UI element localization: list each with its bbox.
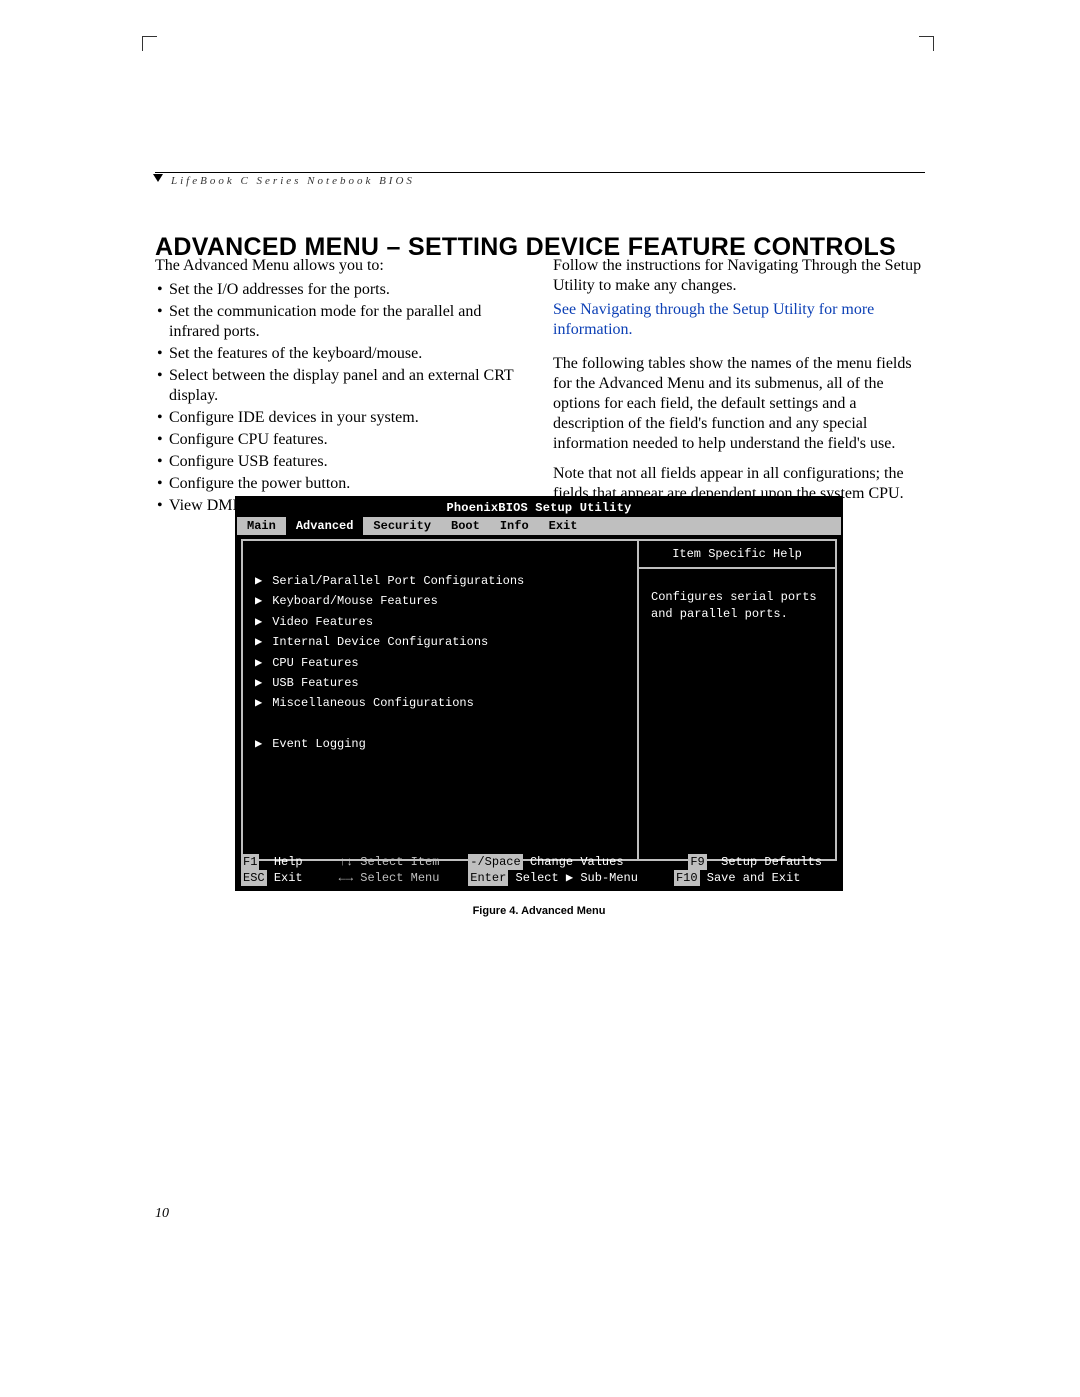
header-triangle-icon [153, 174, 163, 182]
bios-menu-item[interactable]: ▶ Serial/Parallel Port Configurations [255, 571, 627, 591]
bios-menu-item[interactable]: ▶ Event Logging [255, 734, 627, 754]
bios-menu-label: CPU Features [272, 656, 358, 670]
left-column: The Advanced Menu allows you to: Set the… [155, 256, 527, 518]
key-hint: F10 [674, 870, 700, 886]
key-action: Setup Defaults [721, 854, 822, 870]
list-item: Set the communication mode for the paral… [169, 302, 527, 344]
key-hint: Enter [468, 870, 508, 886]
submenu-arrow-icon: ▶ [255, 734, 265, 754]
body-columns: The Advanced Menu allows you to: Set the… [155, 256, 925, 518]
figure-caption: Figure 4. Advanced Menu [235, 905, 843, 917]
header-rule [155, 172, 925, 173]
tab-main[interactable]: Main [237, 517, 286, 535]
key-action: Help [274, 854, 303, 870]
submenu-arrow-icon: ▶ [255, 673, 265, 693]
bios-menu-label: Video Features [272, 615, 373, 629]
bios-menu-item[interactable]: ▶ Video Features [255, 612, 627, 632]
bios-menu-label: Serial/Parallel Port Configurations [272, 574, 524, 588]
bios-screen: PhoenixBIOS Setup Utility Main Advanced … [235, 496, 843, 891]
key-action: Save and Exit [707, 870, 801, 886]
document-page: LifeBook C Series Notebook BIOS ADVANCED… [0, 0, 1080, 1397]
key-hint: -/Space [468, 854, 522, 870]
bios-menu-item[interactable]: ▶ CPU Features [255, 653, 627, 673]
arrow-keys-icon: ←→ [339, 870, 353, 886]
bios-help-panel: Item Specific Help Configures serial por… [637, 539, 837, 861]
bios-menu-item[interactable]: ▶ Miscellaneous Configurations [255, 693, 627, 713]
bios-help-text: Configures serial ports and parallel por… [639, 569, 835, 631]
list-item: Configure the power button. [169, 474, 527, 496]
right-column: Follow the instructions for Navigating T… [553, 256, 925, 518]
intro-text: The Advanced Menu allows you to: [155, 256, 527, 276]
bios-menu-spacer [255, 714, 627, 734]
key-action: Select Item [360, 854, 439, 870]
bios-tab-bar: Main Advanced Security Boot Info Exit [237, 517, 841, 535]
bios-body: ▶ Serial/Parallel Port Configurations ▶ … [237, 535, 841, 865]
tab-security[interactable]: Security [363, 517, 441, 535]
list-item: Configure IDE devices in your system. [169, 408, 527, 430]
key-action: Exit [274, 870, 303, 886]
bios-menu-label: Event Logging [272, 737, 366, 751]
bios-menu-label: Internal Device Configurations [272, 635, 488, 649]
bios-footer-row: F1 Help ↑↓ Select Item -/Space Change Va… [241, 854, 837, 870]
bios-help-title: Item Specific Help [639, 541, 835, 567]
tab-boot[interactable]: Boot [441, 517, 490, 535]
list-item: Configure CPU features. [169, 430, 527, 452]
bios-menu-label: Miscellaneous Configurations [272, 696, 474, 710]
bios-menu-label: Keyboard/Mouse Features [272, 594, 438, 608]
paragraph: The following tables show the names of t… [553, 354, 925, 454]
paragraph: Follow the instructions for Navigating T… [553, 256, 925, 296]
tab-exit[interactable]: Exit [539, 517, 588, 535]
key-action: Select Menu [360, 870, 439, 886]
feature-list: Set the I/O addresses for the ports. Set… [155, 280, 527, 518]
key-hint: F1 [241, 854, 259, 870]
cross-reference-link[interactable]: See Navigating through the Setup Utility… [553, 300, 925, 340]
bios-menu-item[interactable]: ▶ USB Features [255, 673, 627, 693]
submenu-arrow-icon: ▶ [255, 571, 265, 591]
list-item: Set the features of the keyboard/mouse. [169, 344, 527, 366]
bios-menu-item[interactable]: ▶ Internal Device Configurations [255, 632, 627, 652]
key-hint: F9 [688, 854, 706, 870]
list-item: Select between the display panel and an … [169, 366, 527, 408]
page-header: LifeBook C Series Notebook BIOS [155, 172, 925, 187]
bios-title: PhoenixBIOS Setup Utility [237, 498, 841, 517]
bios-footer-row: ESC Exit ←→ Select Menu Enter Select ▶ S… [241, 870, 837, 886]
submenu-arrow-icon: ▶ [255, 632, 265, 652]
key-action: Select ▶ Sub-Menu [516, 870, 638, 886]
bios-menu-panel: ▶ Serial/Parallel Port Configurations ▶ … [241, 539, 637, 861]
submenu-arrow-icon: ▶ [255, 653, 265, 673]
submenu-arrow-icon: ▶ [255, 693, 265, 713]
bios-menu-item[interactable]: ▶ Keyboard/Mouse Features [255, 591, 627, 611]
page-number: 10 [155, 1206, 169, 1222]
running-head: LifeBook C Series Notebook BIOS [171, 175, 925, 187]
bios-footer: F1 Help ↑↓ Select Item -/Space Change Va… [241, 854, 837, 886]
submenu-arrow-icon: ▶ [255, 591, 265, 611]
tab-advanced[interactable]: Advanced [286, 517, 364, 535]
bios-menu-label: USB Features [272, 676, 358, 690]
submenu-arrow-icon: ▶ [255, 612, 265, 632]
crop-marks [148, 36, 928, 54]
key-hint: ESC [241, 870, 267, 886]
bios-figure: PhoenixBIOS Setup Utility Main Advanced … [235, 496, 843, 917]
arrow-keys-icon: ↑↓ [339, 854, 353, 870]
list-item: Set the I/O addresses for the ports. [169, 280, 527, 302]
tab-info[interactable]: Info [490, 517, 539, 535]
key-action: Change Values [530, 854, 624, 870]
list-item: Configure USB features. [169, 452, 527, 474]
